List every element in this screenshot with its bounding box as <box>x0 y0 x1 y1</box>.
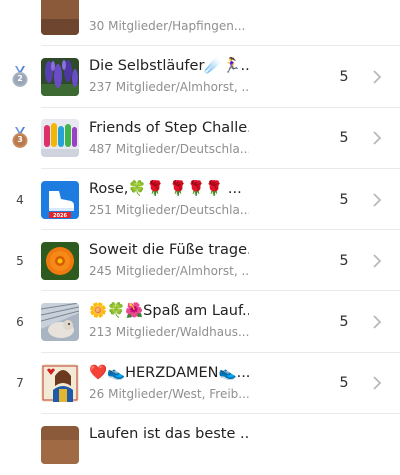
chevron-right-icon[interactable] <box>372 254 382 268</box>
rank-number: 7 <box>16 376 24 391</box>
group-thumbnail <box>41 241 79 280</box>
group-subtitle: 213 Mitglieder/Waldhaus... <box>89 325 249 340</box>
rank-number: 2 <box>17 73 23 83</box>
group-count <box>333 0 355 46</box>
group-row[interactable]: 4 2026 Rose,🍀🌹 🌹🌹🌹 ... 251 Mitglieder/De… <box>0 169 400 231</box>
rank-number: 5 <box>16 253 24 268</box>
group-row[interactable]: 3 Friends of Step Challe... 487 Mitglied… <box>0 108 400 169</box>
group-count: 5 <box>339 375 349 392</box>
group-title: ❤️👟HERZDAMEN👟... <box>89 364 249 381</box>
chevron-right-icon[interactable] <box>372 376 382 391</box>
group-subtitle: 30 Mitglieder/Hapfingen... <box>89 19 246 33</box>
group-count: 5 <box>339 191 349 208</box>
group-count: 5 <box>339 130 349 147</box>
bronze-medal-icon: 3 <box>11 127 29 149</box>
group-ranking-list: 30 Mitglieder/Hapfingen... 2 Die Selbstl… <box>0 0 400 475</box>
svg-text:2026: 2026 <box>53 213 67 219</box>
chevron-right-icon[interactable] <box>372 315 382 329</box>
group-thumbnail <box>41 425 79 464</box>
group-count: 5 <box>339 68 349 85</box>
group-row[interactable]: 7 ❤️👟HERZDAMEN👟... 26 Mitglieder/West, F… <box>0 353 400 415</box>
group-title: Friends of Step Challe... <box>89 119 249 136</box>
group-row[interactable]: 2 Die Selbstläufer☄️🏃‍♀️... 237 Mitglied… <box>0 46 400 108</box>
group-count <box>333 414 355 475</box>
group-subtitle: 237 Mitglieder/Almhorst, ... <box>89 80 249 95</box>
group-count: 5 <box>339 314 349 331</box>
rank-number: 3 <box>17 135 23 145</box>
rank-number <box>8 414 32 475</box>
group-row[interactable]: 5 Soweit die Füße trage... 245 Mitgliede… <box>0 230 400 292</box>
silver-medal-icon: 2 <box>11 65 29 88</box>
group-row[interactable]: 30 Mitglieder/Hapfingen... <box>0 0 400 47</box>
rank-number: 4 <box>16 192 24 207</box>
group-row[interactable]: 6 🌼🍀🌺Spaß am Lauf... 213 Mitglieder/Wald… <box>0 291 400 353</box>
group-row[interactable]: Laufen ist das beste ... <box>0 414 400 475</box>
group-thumbnail <box>41 303 79 342</box>
group-thumbnail <box>41 0 79 35</box>
group-subtitle: 487 Mitglieder/Deutschla... <box>89 141 249 156</box>
group-title: Soweit die Füße trage... <box>89 242 249 259</box>
chevron-right-icon[interactable] <box>372 131 382 145</box>
group-title: Rose,🍀🌹 🌹🌹🌹 ... <box>89 180 242 197</box>
group-subtitle: 26 Mitglieder/West, Freib... <box>89 386 249 401</box>
group-thumbnail <box>41 57 79 96</box>
group-title: Die Selbstläufer☄️🏃‍♀️... <box>89 58 249 75</box>
group-thumbnail <box>41 119 79 158</box>
chevron-right-icon[interactable] <box>372 192 382 207</box>
group-count: 5 <box>339 252 349 269</box>
rank-number <box>8 0 32 46</box>
group-title: Laufen ist das beste ... <box>89 426 249 443</box>
group-thumbnail <box>41 364 79 403</box>
group-subtitle: 251 Mitglieder/Deutschla... <box>89 202 249 217</box>
chevron-right-icon[interactable] <box>372 70 382 84</box>
group-subtitle: 245 Mitglieder/Almhorst, ... <box>89 264 249 279</box>
group-thumbnail: 2026 <box>41 180 79 219</box>
rank-number: 6 <box>16 315 24 330</box>
group-title: 🌼🍀🌺Spaß am Lauf... <box>89 303 249 320</box>
